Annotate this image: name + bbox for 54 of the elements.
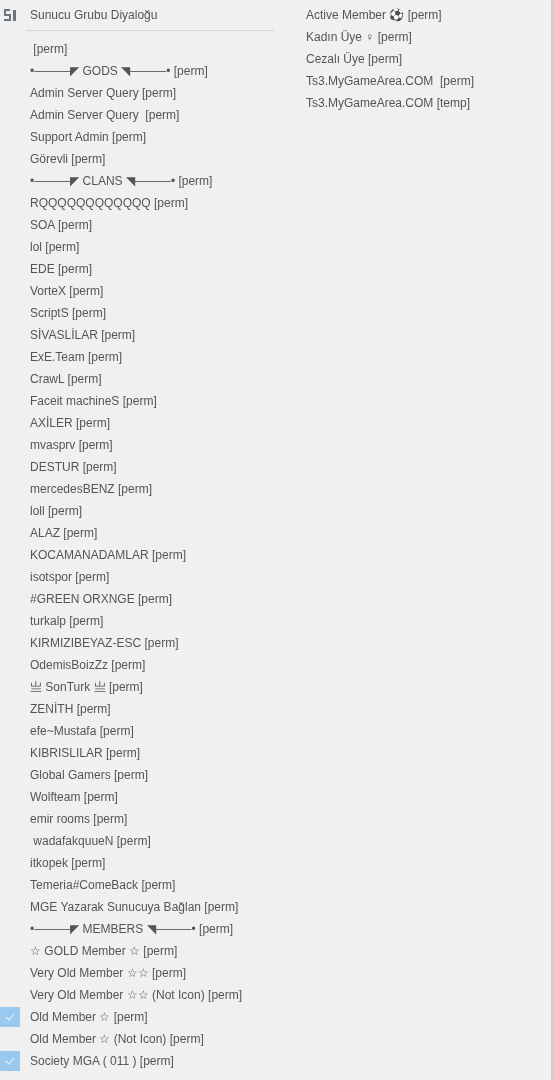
menu-item[interactable]: MGE Yazarak Sunucuya Bağlan [perm] [30,898,239,916]
menu-item[interactable]: [perm] [30,40,68,58]
menu-item[interactable]: OdemisBoizZz [perm] [30,656,146,674]
menu-item[interactable]: •———◤ MEMBERS ◥———• [perm] [30,920,234,938]
menu-item[interactable]: Society MGA ( 011 ) [perm] [30,1052,174,1070]
menu-item[interactable]: 亗 SonTurk 亗 [perm] [30,678,143,696]
menu-item[interactable]: VorteX [perm] [30,282,104,300]
menu-item[interactable]: Global Gamers [perm] [30,766,149,784]
menu-item[interactable]: ExE.Team [perm] [30,348,123,366]
menu-item[interactable]: Wolfteam [perm] [30,788,118,806]
menu-item[interactable]: Ts3.MyGameArea.COM [perm] [306,72,475,90]
menu-item[interactable]: loll [perm] [30,502,82,520]
menu-item[interactable]: ALAZ [perm] [30,524,98,542]
menu-item[interactable]: DESTUR [perm] [30,458,117,476]
menu-item[interactable]: Kadın Üye ♀ [perm] [306,28,412,46]
menu-item[interactable]: Admin Server Query [perm] [30,106,180,124]
menu-item[interactable]: lol [perm] [30,238,80,256]
menu-item[interactable]: wadafakquueN [perm] [30,832,151,850]
menu-item[interactable]: Very Old Member ☆☆ (Not Icon) [perm] [30,986,243,1004]
menu-item[interactable]: RQQQQQQQQQQQQ [perm] [30,194,188,212]
menu-item[interactable]: Ts3.MyGameArea.COM [temp] [306,94,471,112]
menu-item[interactable]: efe~Mustafa [perm] [30,722,134,740]
menu-item[interactable]: itkopek [perm] [30,854,106,872]
menu-item[interactable]: EDE [perm] [30,260,92,278]
menu-item[interactable]: SOA [perm] [30,216,93,234]
menu-item[interactable]: Old Member ☆ (Not Icon) [perm] [30,1030,204,1048]
menu-item[interactable]: ☆ GOLD Member ☆ [perm] [30,942,178,960]
menu-item[interactable]: KIRMIZIBEYAZ-ESC [perm] [30,634,179,652]
menu-item[interactable]: mercedesBENZ [perm] [30,480,153,498]
menu-item[interactable]: Very Old Member ☆☆ [perm] [30,964,187,982]
menu-item[interactable]: #GREEN ORXNGE [perm] [30,590,173,608]
server-group-icon [3,9,17,22]
menu-item[interactable]: •———◤ GODS ◥———• [perm] [30,62,208,80]
menu-title: Sunucu Grubu Diyaloğu [30,7,158,24]
menu-item[interactable]: Active Member ⚽ [perm] [306,6,442,24]
menu-item[interactable]: Görevli [perm] [30,150,106,168]
menu-item[interactable]: AXİLER [perm] [30,414,111,432]
menu-item[interactable]: Faceit machineS [perm] [30,392,157,410]
menu-item[interactable]: Old Member ☆ [perm] [30,1008,148,1026]
menu-item[interactable]: ZENİTH [perm] [30,700,111,718]
menu-item[interactable]: turkalp [perm] [30,612,104,630]
menu-item[interactable]: CrawL [perm] [30,370,102,388]
menu-item[interactable]: isotspor [perm] [30,568,110,586]
menu-item[interactable]: Support Admin [perm] [30,128,147,146]
menu-item[interactable]: SİVASLİLAR [perm] [30,326,136,344]
menu-item[interactable]: ScriptS [perm] [30,304,107,322]
menu-item[interactable]: KIBRISLILAR [perm] [30,744,141,762]
menu-item[interactable]: KOCAMANADAMLAR [perm] [30,546,187,564]
menu-item[interactable]: Cezalı Üye [perm] [306,50,403,68]
menu-item[interactable]: •———◤ CLANS ◥———• [perm] [30,172,213,190]
menu-item[interactable]: emir rooms [perm] [30,810,128,828]
menu-item[interactable]: Temeria#ComeBack [perm] [30,876,176,894]
menu-item[interactable]: Admin Server Query [perm] [30,84,177,102]
menu-item[interactable]: mvasprv [perm] [30,436,113,454]
